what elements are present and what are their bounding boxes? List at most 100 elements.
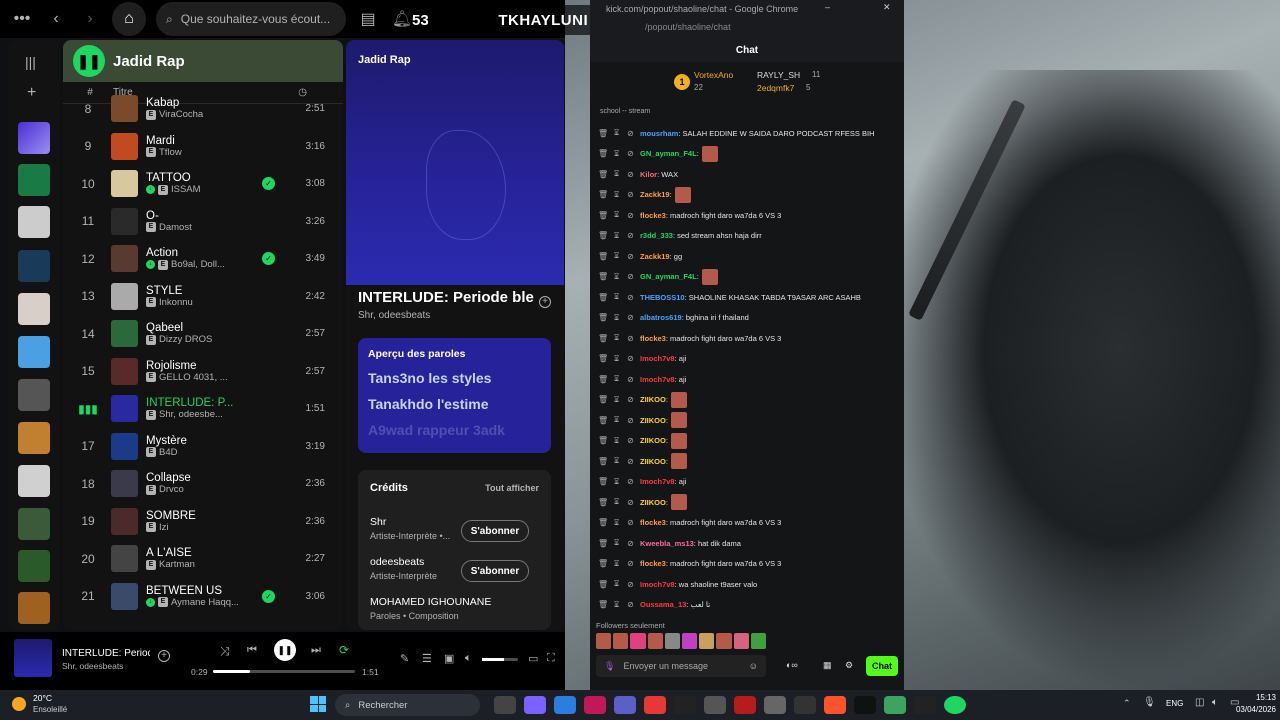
emote-icon[interactable]	[596, 633, 612, 649]
delete-message-icon[interactable]: 🗑︎	[598, 600, 608, 609]
playlist-thumb[interactable]	[18, 379, 50, 411]
track-title[interactable]: Collapse	[146, 472, 262, 484]
ban-icon[interactable]: ⊘	[626, 518, 635, 527]
track-artist[interactable]: ISSAM	[171, 184, 201, 195]
chat-message[interactable]: 🗑︎ ⏳︎ ⊘ Zackk19: gg	[598, 246, 898, 266]
ban-icon[interactable]: ⊘	[626, 416, 635, 425]
microphone-icon[interactable]: 🎙︎	[604, 661, 615, 672]
teams-icon[interactable]	[614, 696, 636, 714]
ban-icon[interactable]: ⊘	[626, 272, 635, 281]
chat-message[interactable]: 🗑︎ ⏳︎ ⊘ mousrham: SALAH EDDINE W SAIDA DARO…	[598, 123, 898, 143]
channel-points-icon[interactable]: ◐∞	[786, 660, 798, 670]
chat-message[interactable]: 🗑︎ ⏳︎ ⊘ albatros619: bghina iri f thailand	[598, 308, 898, 328]
track-row[interactable]: 18 Collapse E Drvco 2:36	[63, 465, 343, 502]
timeout-icon[interactable]: ⏳︎	[612, 518, 621, 528]
chat-message[interactable]: 🗑︎ ⏳︎ ⊘ r3dd_333: sed stream ahsn haja dirr	[598, 226, 898, 246]
track-title[interactable]: BETWEEN US	[146, 585, 262, 597]
track-title[interactable]: O-	[146, 210, 262, 222]
chat-username[interactable]: Imoch7v8	[640, 375, 675, 384]
progress-track[interactable]	[213, 670, 355, 673]
playlist-thumb[interactable]	[18, 250, 50, 282]
track-artist[interactable]: Aymane Haqq...	[171, 597, 239, 608]
track-artist[interactable]: B4D	[159, 447, 177, 458]
emote-bar[interactable]	[596, 633, 767, 649]
chat-username[interactable]: flocke3	[640, 211, 666, 220]
delete-message-icon[interactable]: 🗑︎	[598, 518, 608, 527]
track-artist[interactable]: Dizzy DROS	[159, 334, 212, 345]
ban-icon[interactable]: ⊘	[626, 129, 635, 138]
ban-icon[interactable]: ⊘	[626, 457, 635, 466]
ban-icon[interactable]: ⊘	[626, 498, 635, 507]
delete-message-icon[interactable]: 🗑︎	[598, 190, 608, 199]
delete-message-icon[interactable]: 🗑︎	[598, 559, 608, 568]
playlist-thumb[interactable]	[18, 293, 50, 325]
chat-message[interactable]: 🗑︎ ⏳︎ ⊘ THEBOSS10: SHAOLINE KHASAK TABDA T9…	[598, 287, 898, 307]
delete-message-icon[interactable]: 🗑︎	[598, 129, 608, 138]
timeout-icon[interactable]: ⏳︎	[612, 538, 621, 548]
credit-name[interactable]: MOHAMED IGHOUNANE	[370, 596, 539, 608]
delete-message-icon[interactable]: 🗑︎	[598, 580, 608, 589]
close-window-icon[interactable]: ✕	[883, 2, 891, 13]
chat-message[interactable]: 🗑︎ ⏳︎ ⊘ Zackk19:	[598, 185, 898, 205]
previous-icon[interactable]: ⏮︎	[247, 644, 257, 657]
timeout-icon[interactable]: ⏳︎	[612, 497, 621, 507]
delete-message-icon[interactable]: 🗑︎	[598, 293, 608, 302]
delete-message-icon[interactable]: 🗑︎	[598, 457, 608, 466]
search-input[interactable]: ⌕ Que souhaitez-vous écout...	[156, 2, 346, 36]
microphone-icon[interactable]: 🎙︎	[1143, 697, 1156, 708]
track-artist[interactable]: Inkonnu	[159, 297, 193, 308]
chat-username[interactable]: Kweebla_ms13	[640, 539, 694, 548]
track-artist[interactable]: Izi	[159, 522, 169, 533]
credits-show-all-link[interactable]: Tout afficher	[485, 483, 539, 493]
chat-username[interactable]: flocke3	[640, 518, 666, 527]
emote-icon[interactable]	[733, 633, 749, 649]
gifter-name[interactable]: RAYLY_SH	[757, 70, 800, 80]
chat-message[interactable]: 🗑︎ ⏳︎ ⊘ Kweebla_ms13: hat dik dama	[598, 533, 898, 553]
weather-sun-icon[interactable]	[12, 697, 26, 711]
ban-icon[interactable]: ⊘	[626, 293, 635, 302]
xm-app-icon[interactable]	[794, 696, 816, 714]
ban-icon[interactable]: ⊘	[626, 600, 635, 609]
timeout-icon[interactable]: ⏳︎	[612, 456, 621, 466]
playlist-thumb[interactable]	[18, 206, 50, 238]
capcut-icon[interactable]	[854, 696, 876, 714]
app-icon[interactable]	[914, 696, 936, 714]
chat-message[interactable]: 🗑︎ ⏳︎ ⊘ Imoch7v8: aji	[598, 349, 898, 369]
ban-icon[interactable]: ⊘	[626, 170, 635, 179]
task-view-icon[interactable]	[494, 696, 516, 714]
ban-icon[interactable]: ⊘	[626, 231, 635, 240]
track-row[interactable]: 10 TATTOO ↓ E ISSAM ✓ 3:08	[63, 165, 343, 202]
chat-username[interactable]: Zackk19	[640, 252, 670, 261]
copilot-icon[interactable]	[524, 696, 546, 714]
windows-start-icon[interactable]	[310, 696, 326, 712]
emote-icon[interactable]	[613, 633, 629, 649]
emote-icon[interactable]	[716, 633, 732, 649]
track-artist[interactable]: Kartman	[159, 559, 195, 570]
chat-username[interactable]: Kilor	[640, 170, 657, 179]
ban-icon[interactable]: ⊘	[626, 334, 635, 343]
chat-username[interactable]: r3dd_333	[640, 231, 673, 240]
ban-icon[interactable]: ⊘	[626, 580, 635, 589]
chat-message[interactable]: 🗑︎ ⏳︎ ⊘ Oussama_13: تا لعب	[598, 595, 898, 615]
ban-icon[interactable]: ⊘	[626, 190, 635, 199]
minimize-icon[interactable]: –	[825, 2, 830, 12]
browse-icon[interactable]: ▤	[356, 9, 380, 29]
track-row[interactable]: 15 Rojolisme E GELLO 4031, ... 2:57	[63, 353, 343, 390]
chat-message[interactable]: 🗑︎ ⏳︎ ⊘ Kilor: WAX	[598, 164, 898, 184]
delete-message-icon[interactable]: 🗑︎	[598, 375, 608, 384]
track-artist[interactable]: Tflow	[159, 147, 182, 158]
fn-app-icon[interactable]	[674, 696, 696, 714]
chat-username[interactable]: ZIIKOO	[640, 436, 666, 445]
chat-username[interactable]: Oussama_13	[640, 600, 686, 609]
timeout-icon[interactable]: ⏳︎	[612, 579, 621, 589]
chat-message[interactable]: 🗑︎ ⏳︎ ⊘ ZIIKOO:	[598, 410, 898, 430]
timeout-icon[interactable]: ⏳︎	[612, 272, 621, 282]
app-icon[interactable]	[884, 696, 906, 714]
track-row[interactable]: 17 Mystère E B4D 3:19	[63, 428, 343, 465]
ban-icon[interactable]: ⊘	[626, 539, 635, 548]
send-chat-button[interactable]: Chat	[866, 656, 898, 676]
track-artist[interactable]: GELLO 4031, ...	[159, 372, 228, 383]
ban-icon[interactable]: ⊘	[626, 313, 635, 322]
track-title[interactable]: Action	[146, 247, 262, 259]
chat-username[interactable]: ZIIKOO	[640, 395, 666, 404]
